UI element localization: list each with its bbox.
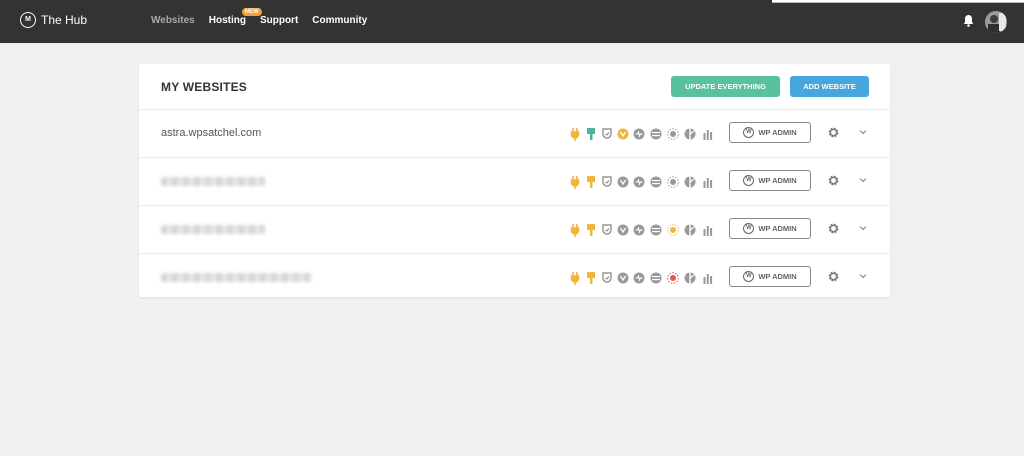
gear-icon[interactable]: [827, 222, 840, 235]
hummingbird-icon[interactable]: [633, 271, 645, 285]
wp-admin-button[interactable]: W WP ADMIN: [729, 266, 811, 287]
wp-admin-button[interactable]: W WP ADMIN: [729, 218, 811, 239]
themes-icon[interactable]: [585, 127, 597, 141]
wp-admin-label: WP ADMIN: [758, 128, 797, 137]
uptime-icon[interactable]: [667, 175, 679, 189]
top-navigation-bar: M The Hub Websites Hosting NEW Support C…: [0, 0, 1024, 43]
gear-icon[interactable]: [827, 126, 840, 139]
brand-name: The Hub: [41, 13, 88, 27]
new-badge: NEW: [241, 8, 262, 16]
analytics-icon[interactable]: [702, 271, 714, 285]
avatar-image: [985, 11, 1007, 33]
website-row: astra.wpsatchel.com W WP ADMIN: [139, 110, 890, 158]
seo-icon[interactable]: [684, 127, 696, 141]
defender-icon[interactable]: [601, 271, 613, 285]
plugins-icon[interactable]: [569, 223, 581, 237]
website-row: W WP ADMIN: [139, 158, 890, 206]
plugins-icon[interactable]: [569, 175, 581, 189]
site-service-icons: [569, 223, 729, 237]
wp-admin-label: WP ADMIN: [758, 272, 797, 281]
uptime-icon[interactable]: [667, 271, 679, 285]
plugins-icon[interactable]: [569, 271, 581, 285]
site-domain-redacted[interactable]: [161, 225, 265, 234]
snapshot-icon[interactable]: [650, 127, 662, 141]
bell-icon[interactable]: [963, 14, 974, 27]
avatar[interactable]: [985, 11, 1007, 33]
wp-admin-button[interactable]: W WP ADMIN: [729, 170, 811, 191]
wp-admin-label: WP ADMIN: [758, 224, 797, 233]
hummingbird-icon[interactable]: [633, 223, 645, 237]
website-row: W WP ADMIN: [139, 254, 890, 301]
my-websites-card: MY WEBSITES UPDATE EVERYTHING ADD WEBSIT…: [139, 64, 890, 297]
wp-admin-button[interactable]: W WP ADMIN: [729, 122, 811, 143]
nav-support[interactable]: Support: [260, 15, 298, 26]
hub-logo-icon: M: [20, 12, 36, 28]
chevron-down-icon[interactable]: [859, 177, 867, 183]
seo-icon[interactable]: [684, 175, 696, 189]
analytics-icon[interactable]: [702, 223, 714, 237]
chevron-down-icon[interactable]: [859, 225, 867, 231]
smush-icon[interactable]: [617, 223, 629, 237]
chevron-down-icon[interactable]: [859, 273, 867, 279]
site-service-icons: [569, 271, 729, 285]
site-service-icons: [569, 127, 729, 141]
seo-icon[interactable]: [684, 271, 696, 285]
wordpress-icon: W: [743, 271, 755, 282]
hummingbird-icon[interactable]: [633, 127, 645, 141]
plugins-icon[interactable]: [569, 127, 581, 141]
wordpress-icon: W: [743, 127, 755, 138]
smush-icon[interactable]: [617, 127, 629, 141]
snapshot-icon[interactable]: [650, 271, 662, 285]
site-service-icons: [569, 175, 729, 189]
gear-icon[interactable]: [827, 270, 840, 283]
wp-admin-label: WP ADMIN: [758, 176, 797, 185]
nav-community[interactable]: Community: [312, 15, 367, 26]
website-row: W WP ADMIN: [139, 206, 890, 254]
defender-icon[interactable]: [601, 223, 613, 237]
website-list: astra.wpsatchel.com W WP ADMIN W WP ADMIN W WP…: [139, 110, 890, 301]
nav-hosting[interactable]: Hosting NEW: [208, 8, 262, 26]
themes-icon[interactable]: [585, 223, 597, 237]
defender-icon[interactable]: [601, 127, 613, 141]
wordpress-icon: W: [743, 223, 755, 234]
site-domain[interactable]: astra.wpsatchel.com: [161, 127, 261, 139]
nav-websites[interactable]: Websites: [151, 15, 195, 26]
smush-icon[interactable]: [617, 175, 629, 189]
seo-icon[interactable]: [684, 223, 696, 237]
update-everything-button[interactable]: UPDATE EVERYTHING: [671, 76, 780, 97]
snapshot-icon[interactable]: [650, 175, 662, 189]
analytics-icon[interactable]: [702, 175, 714, 189]
smush-icon[interactable]: [617, 271, 629, 285]
page-title: MY WEBSITES: [161, 80, 247, 94]
themes-icon[interactable]: [585, 175, 597, 189]
wordpress-icon: W: [743, 175, 755, 186]
themes-icon[interactable]: [585, 271, 597, 285]
nav-hosting-label: Hosting: [208, 15, 246, 26]
site-domain-redacted[interactable]: [161, 273, 311, 282]
card-header: MY WEBSITES UPDATE EVERYTHING ADD WEBSIT…: [139, 64, 890, 110]
uptime-icon[interactable]: [667, 127, 679, 141]
gear-icon[interactable]: [827, 174, 840, 187]
chevron-down-icon[interactable]: [859, 129, 867, 135]
defender-icon[interactable]: [601, 175, 613, 189]
snapshot-icon[interactable]: [650, 223, 662, 237]
hummingbird-icon[interactable]: [633, 175, 645, 189]
analytics-icon[interactable]: [702, 127, 714, 141]
main-nav: Websites Hosting NEW Support Community: [151, 8, 381, 26]
add-website-button[interactable]: ADD WEBSITE: [790, 76, 869, 97]
search-bar-edge[interactable]: [772, 0, 1024, 3]
uptime-icon[interactable]: [667, 223, 679, 237]
brand[interactable]: M The Hub: [20, 12, 87, 28]
site-domain-redacted[interactable]: [161, 177, 265, 186]
